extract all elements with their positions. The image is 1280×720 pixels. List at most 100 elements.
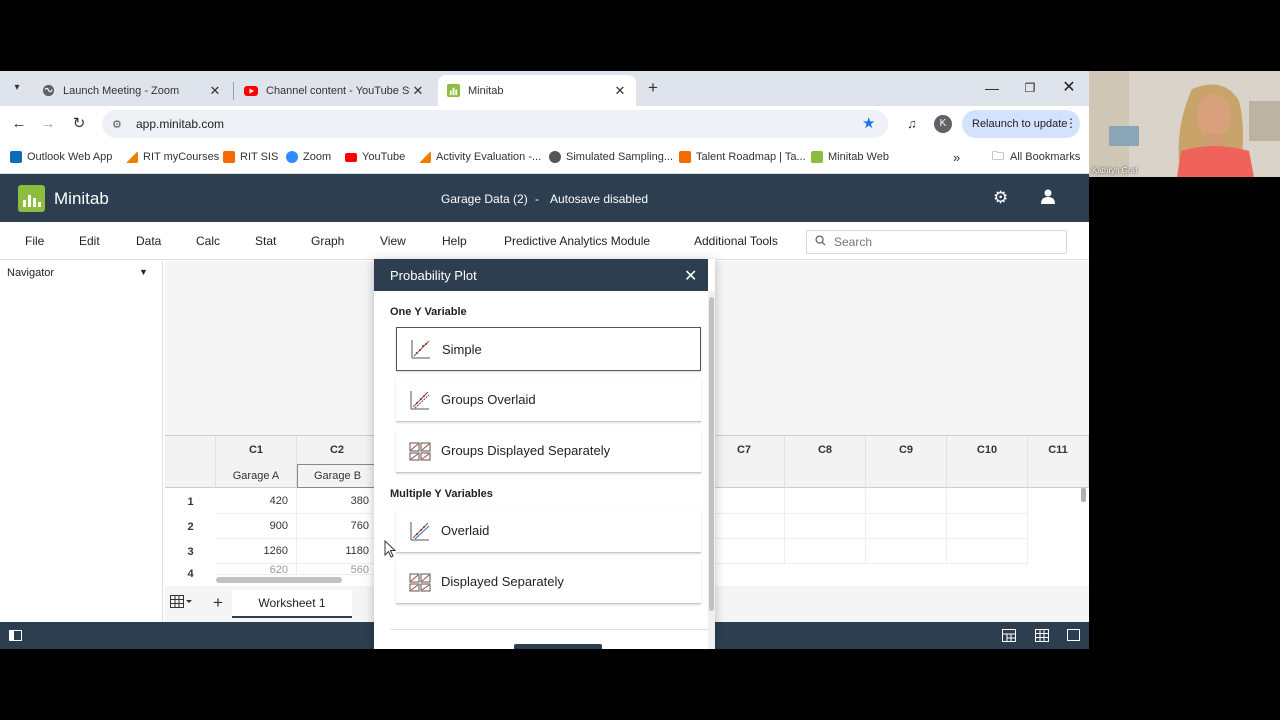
bookmark-outlook[interactable]: Outlook Web App <box>10 149 112 165</box>
option-overlaid[interactable]: Overlaid <box>396 509 701 553</box>
bookmark-youtube[interactable]: YouTube <box>345 149 405 165</box>
dialog-scroll-thumb[interactable] <box>709 297 714 611</box>
search-input[interactable]: Search <box>806 230 1067 254</box>
bookmark-zoom[interactable]: Zoom <box>286 149 331 165</box>
close-icon[interactable]: ✕ <box>410 83 426 99</box>
menu-predictive-analytics[interactable]: Predictive Analytics Module <box>504 234 650 248</box>
all-bookmarks-button[interactable]: 🗀 All Bookmarks <box>992 149 1080 165</box>
account-icon[interactable] <box>1040 188 1056 209</box>
menu-file[interactable]: File <box>25 234 44 248</box>
panel-toggle-icon[interactable] <box>9 630 22 641</box>
column-name[interactable] <box>785 464 866 488</box>
column-name[interactable] <box>704 464 785 488</box>
media-control-icon[interactable]: ♫ <box>902 114 922 134</box>
column-header[interactable]: C8 <box>785 436 866 464</box>
new-tab-plus-icon[interactable]: + <box>643 78 663 98</box>
reload-icon[interactable]: ↻ <box>69 114 89 134</box>
close-icon[interactable]: ✕ <box>612 83 628 99</box>
column-header[interactable]: C10 <box>947 436 1028 464</box>
menu-edit[interactable]: Edit <box>79 234 100 248</box>
column-name[interactable] <box>947 464 1028 488</box>
column-name[interactable] <box>1028 464 1089 488</box>
table-cell[interactable] <box>785 514 866 539</box>
close-icon[interactable]: ✕ <box>207 83 223 99</box>
restore-icon[interactable]: ❐ <box>1015 77 1045 99</box>
menu-graph[interactable]: Graph <box>311 234 344 248</box>
menu-calc[interactable]: Calc <box>196 234 220 248</box>
table-cell[interactable] <box>785 489 866 514</box>
add-worksheet-plus-icon[interactable]: + <box>213 593 223 613</box>
table-cell[interactable]: 620 <box>216 564 297 575</box>
column-name[interactable]: Garage A <box>216 464 297 488</box>
tab-minitab[interactable]: Minitab ✕ <box>438 75 636 106</box>
horizontal-scrollbar[interactable] <box>216 577 342 583</box>
tab-zoom[interactable]: Launch Meeting - Zoom ✕ <box>33 75 231 106</box>
table-cell[interactable]: 1180 <box>297 539 378 564</box>
relaunch-button[interactable]: Relaunch to update ⋮ <box>962 110 1080 138</box>
bookmark-activity-evaluation[interactable]: Activity Evaluation -... <box>419 149 541 165</box>
dialog-scrollbar[interactable] <box>708 291 715 649</box>
output-view-icon[interactable] <box>1067 629 1080 641</box>
table-cell[interactable]: 380 <box>297 489 378 514</box>
bookmark-rit-sis[interactable]: RIT SIS <box>223 149 278 165</box>
table-cell[interactable]: 420 <box>216 489 297 514</box>
table-cell[interactable] <box>866 489 947 514</box>
table-cell[interactable]: 560 <box>297 564 378 575</box>
site-settings-icon[interactable]: ⚙ <box>112 118 126 131</box>
more-bookmarks-chevron-icon[interactable]: » <box>953 149 960 165</box>
row-header[interactable]: 4 <box>165 564 216 584</box>
column-header[interactable]: C11 <box>1028 436 1089 464</box>
option-groups-displayed-separately[interactable]: Groups Displayed Separately <box>396 429 701 473</box>
close-window-icon[interactable]: ✕ <box>1054 77 1084 99</box>
address-bar[interactable]: ⚙ app.minitab.com ★ <box>102 110 888 138</box>
table-cell[interactable] <box>866 539 947 564</box>
bookmark-simulated-sampling[interactable]: Simulated Sampling... <box>549 149 673 165</box>
table-cell[interactable] <box>866 514 947 539</box>
menu-view[interactable]: View <box>380 234 406 248</box>
worksheet-tab[interactable]: Worksheet 1 <box>232 590 352 618</box>
project-name[interactable]: Garage Data (2) <box>441 192 528 206</box>
back-arrow-icon[interactable]: ← <box>9 114 29 134</box>
column-header[interactable]: C7 <box>704 436 785 464</box>
row-header[interactable]: 2 <box>165 514 216 539</box>
table-cell[interactable]: 900 <box>216 514 297 539</box>
minimize-icon[interactable]: — <box>977 77 1007 99</box>
bookmark-star-icon[interactable]: ★ <box>862 114 875 132</box>
gear-icon[interactable]: ⚙ <box>993 188 1008 208</box>
menu-data[interactable]: Data <box>136 234 161 248</box>
tab-search-chevron-icon[interactable]: ▾ <box>7 78 27 98</box>
option-displayed-separately[interactable]: Displayed Separately <box>396 560 701 604</box>
column-header[interactable]: C9 <box>866 436 947 464</box>
caret-down-icon[interactable]: ▼ <box>139 267 148 277</box>
table-cell[interactable]: 1260 <box>216 539 297 564</box>
row-header[interactable]: 1 <box>165 489 216 514</box>
column-name[interactable] <box>866 464 947 488</box>
table-cell[interactable] <box>947 514 1028 539</box>
tab-youtube-studio[interactable]: Channel content - YouTube Stu ✕ <box>236 75 434 106</box>
table-cell[interactable] <box>704 514 785 539</box>
bookmark-talent-roadmap[interactable]: Talent Roadmap | Ta... <box>679 149 806 165</box>
split-view-icon[interactable] <box>1002 629 1016 647</box>
table-cell[interactable] <box>947 539 1028 564</box>
forward-arrow-icon[interactable]: → <box>38 114 58 134</box>
table-cell[interactable] <box>785 539 866 564</box>
menu-stat[interactable]: Stat <box>255 234 276 248</box>
row-header[interactable]: 3 <box>165 539 216 564</box>
vertical-scrollbar[interactable] <box>1081 488 1086 502</box>
bookmark-minitab-web[interactable]: Minitab Web <box>811 149 889 165</box>
bookmark-mycourses[interactable]: RIT myCourses <box>126 149 219 165</box>
table-cell[interactable] <box>947 489 1028 514</box>
dialog-button-partial[interactable] <box>514 644 602 649</box>
table-cell[interactable] <box>704 489 785 514</box>
column-name[interactable]: Garage B <box>297 464 378 488</box>
column-header[interactable]: C2 <box>297 436 378 464</box>
option-groups-overlaid[interactable]: Groups Overlaid <box>396 378 701 422</box>
menu-additional-tools[interactable]: Additional Tools <box>694 234 778 248</box>
profile-avatar[interactable]: K <box>934 115 952 133</box>
menu-help[interactable]: Help <box>442 234 467 248</box>
grid-menu-icon[interactable] <box>170 595 192 614</box>
table-cell[interactable] <box>704 539 785 564</box>
close-icon[interactable]: ✕ <box>684 266 697 286</box>
option-simple[interactable]: Simple <box>396 327 701 371</box>
worksheet-view-icon[interactable] <box>1035 629 1049 647</box>
